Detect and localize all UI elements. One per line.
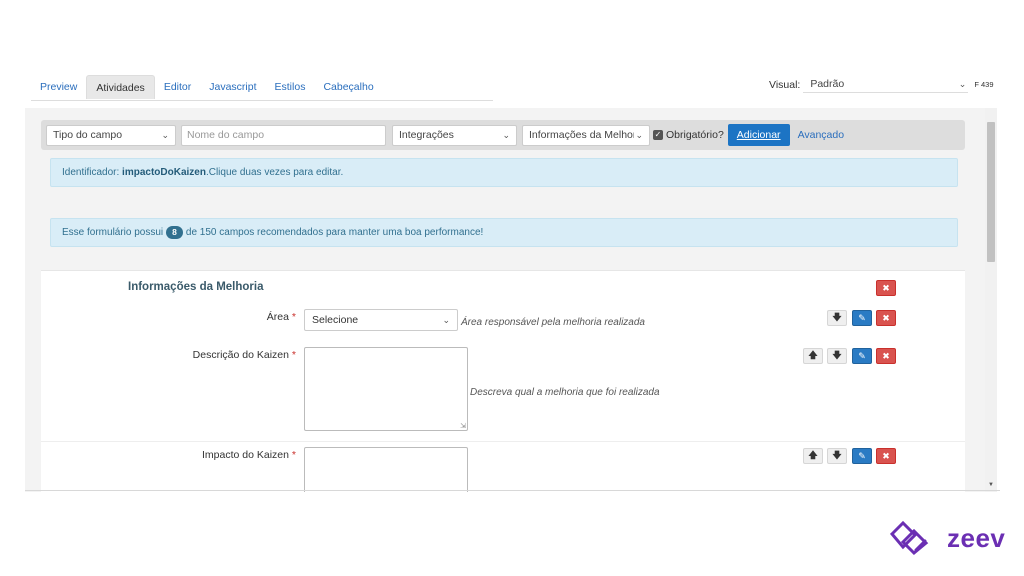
required-checkbox-group[interactable]: ✓ Obrigatório? bbox=[653, 129, 724, 141]
chevron-down-icon: ⌄ bbox=[635, 129, 643, 140]
chevron-down-icon: ⌄ bbox=[958, 78, 967, 89]
field-label-text: Descrição do Kaizen bbox=[192, 349, 289, 361]
edit-icon: ✎ bbox=[858, 450, 866, 461]
field-label-area: Área * bbox=[136, 311, 296, 323]
identifier-value: impactoDoKaizen bbox=[122, 167, 206, 178]
integrations-select[interactable]: Integrações ⌄ bbox=[392, 124, 517, 146]
field-label-text: Impacto do Kaizen bbox=[202, 449, 289, 461]
edit-icon: ✎ bbox=[858, 312, 866, 323]
performance-prefix: Esse formulário possui bbox=[62, 227, 164, 238]
move-down-button[interactable]: 🡇 bbox=[827, 448, 847, 464]
advanced-link[interactable]: Avançado bbox=[798, 129, 845, 141]
tab-preview[interactable]: Preview bbox=[31, 75, 86, 99]
field-count-badge: 8 bbox=[166, 226, 183, 239]
required-marker: * bbox=[291, 449, 296, 461]
section-select-value: Informações da Melhoria bbox=[529, 129, 634, 141]
required-label: Obrigatório? bbox=[666, 129, 724, 141]
move-up-button[interactable]: 🡅 bbox=[803, 348, 823, 364]
form-preview: Informações da Melhoria ✖ Área * Selecio… bbox=[41, 270, 965, 492]
identifier-alert: Identificador: impactoDoKaizen .Clique du… bbox=[50, 158, 958, 187]
area-select[interactable]: Selecione ⌄ bbox=[304, 309, 458, 331]
chevron-down-icon: ⌄ bbox=[161, 129, 169, 140]
version-label: F 439 bbox=[974, 80, 994, 89]
identifier-prefix: Identificador: bbox=[62, 167, 120, 178]
field-toolbar: Tipo do campo ⌄ Nome do campo Integraçõe… bbox=[41, 120, 965, 150]
close-icon: ✖ bbox=[882, 282, 890, 293]
required-marker: * bbox=[291, 311, 296, 323]
brand-name: zeev bbox=[947, 522, 1006, 553]
delete-field-button[interactable]: ✖ bbox=[876, 310, 896, 326]
zeev-logo-icon bbox=[889, 520, 929, 556]
tab-estilos[interactable]: Estilos bbox=[266, 75, 315, 99]
move-down-button[interactable]: 🡇 bbox=[827, 348, 847, 364]
section-title: Informações da Melhoria bbox=[128, 281, 264, 293]
arrow-down-icon: 🡇 bbox=[832, 450, 842, 460]
field-type-select[interactable]: Tipo do campo ⌄ bbox=[46, 124, 176, 146]
close-icon: ✖ bbox=[882, 350, 890, 361]
delete-section-button[interactable]: ✖ bbox=[876, 280, 896, 296]
row-divider bbox=[41, 441, 965, 442]
edit-field-button[interactable]: ✎ bbox=[852, 348, 872, 364]
required-checkbox[interactable]: ✓ bbox=[653, 130, 663, 140]
tab-atividades[interactable]: Atividades bbox=[86, 75, 155, 99]
vertical-scrollbar[interactable]: ▼ bbox=[985, 108, 997, 492]
impacto-textarea[interactable] bbox=[304, 447, 468, 492]
required-marker: * bbox=[291, 349, 296, 361]
form-editor-window: Preview Atividades Editor Javascript Est… bbox=[25, 70, 1022, 492]
area-select-value: Selecione bbox=[312, 314, 359, 326]
move-down-button[interactable]: 🡇 bbox=[827, 310, 847, 326]
integrations-select-value: Integrações bbox=[399, 129, 454, 141]
chevron-down-icon: ⌄ bbox=[502, 129, 510, 140]
section-select[interactable]: Informações da Melhoria ⌄ bbox=[522, 124, 650, 146]
arrow-down-icon: 🡇 bbox=[832, 350, 842, 360]
brand-logo: zeev bbox=[889, 518, 1011, 558]
edit-field-button[interactable]: ✎ bbox=[852, 448, 872, 464]
close-icon: ✖ bbox=[882, 312, 890, 323]
performance-alert: Esse formulário possui 8 de 150 campos r… bbox=[50, 218, 958, 247]
editor-tabs: Preview Atividades Editor Javascript Est… bbox=[31, 75, 493, 101]
visual-selector-group: Visual: Padrão ⌄ F 439 bbox=[769, 76, 994, 93]
identifier-suffix: .Clique duas vezes para editar. bbox=[205, 167, 344, 178]
close-icon: ✖ bbox=[882, 450, 890, 461]
delete-field-button[interactable]: ✖ bbox=[876, 448, 896, 464]
performance-suffix: de 150 campos recomendados para manter u… bbox=[185, 227, 484, 238]
field-help-descricao: Descreva qual a melhoria que foi realiza… bbox=[470, 387, 660, 398]
field-type-select-value: Tipo do campo bbox=[53, 129, 123, 141]
field-name-input[interactable]: Nome do campo bbox=[181, 124, 386, 146]
move-up-button[interactable]: 🡅 bbox=[803, 448, 823, 464]
edit-icon: ✎ bbox=[858, 350, 866, 361]
field-label-descricao: Descrição do Kaizen * bbox=[136, 349, 296, 361]
window-bottom-border bbox=[25, 490, 1000, 491]
field-label-impacto: Impacto do Kaizen * bbox=[136, 449, 296, 461]
field-label-text: Área bbox=[266, 311, 289, 323]
add-field-button[interactable]: Adicionar bbox=[727, 124, 790, 146]
arrow-up-icon: 🡅 bbox=[808, 450, 818, 460]
arrow-up-icon: 🡅 bbox=[808, 350, 818, 360]
descricao-textarea[interactable]: ⇲ bbox=[304, 347, 468, 431]
scrollbar-thumb[interactable] bbox=[987, 122, 995, 262]
scroll-down-icon[interactable]: ▼ bbox=[988, 482, 994, 488]
editor-content: Tipo do campo ⌄ Nome do campo Integraçõe… bbox=[25, 108, 985, 492]
delete-field-button[interactable]: ✖ bbox=[876, 348, 896, 364]
tab-editor[interactable]: Editor bbox=[155, 75, 200, 99]
visual-select-value: Padrão bbox=[810, 78, 845, 90]
field-name-placeholder: Nome do campo bbox=[187, 129, 265, 141]
tab-cabecalho[interactable]: Cabeçalho bbox=[314, 75, 382, 99]
tab-javascript[interactable]: Javascript bbox=[200, 75, 265, 99]
resize-handle-icon[interactable]: ⇲ bbox=[460, 422, 466, 430]
arrow-down-icon: 🡇 bbox=[832, 312, 842, 322]
visual-select[interactable]: Padrão ⌄ bbox=[803, 76, 969, 93]
edit-field-button[interactable]: ✎ bbox=[852, 310, 872, 326]
visual-label: Visual: bbox=[769, 78, 801, 91]
chevron-down-icon: ⌄ bbox=[442, 314, 450, 325]
field-help-area: Área responsável pela melhoria realizada bbox=[461, 317, 645, 328]
